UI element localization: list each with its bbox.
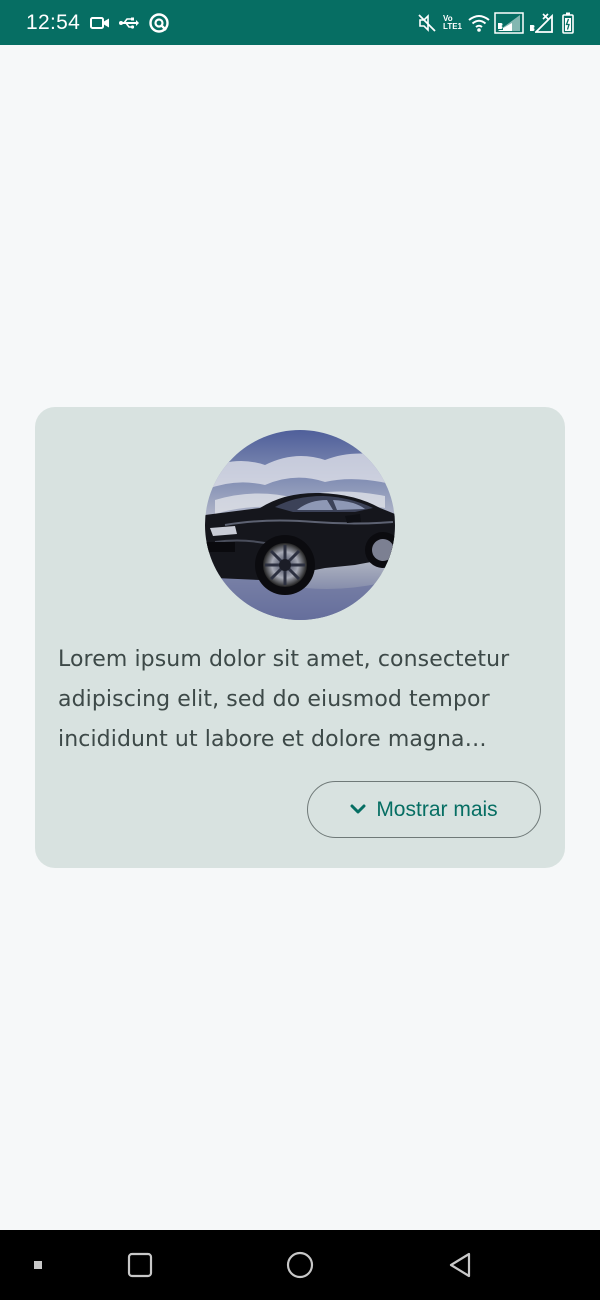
navigation-bar: [0, 1230, 600, 1300]
car-image: [205, 430, 395, 620]
signal-sim1-icon: [494, 11, 524, 34]
chevron-down-icon: [350, 804, 366, 814]
content-card: Lorem ipsum dolor sit amet, consectetur …: [35, 407, 565, 868]
home-circle-icon[interactable]: [275, 1230, 325, 1300]
data-saver-icon: [148, 12, 170, 34]
volte-bottom-label: LTE1: [443, 21, 462, 31]
recents-square-icon[interactable]: [115, 1230, 165, 1300]
video-camera-icon: [90, 16, 110, 30]
card-description: Lorem ipsum dolor sit amet, consectetur …: [58, 647, 510, 752]
back-triangle-icon[interactable]: [435, 1230, 485, 1300]
status-left-icons: [90, 12, 170, 34]
menu-dot-icon[interactable]: [20, 1230, 56, 1300]
show-more-button[interactable]: Mostrar mais: [307, 781, 541, 838]
battery-icon: [562, 12, 574, 34]
status-time: 12:54: [26, 10, 81, 34]
status-bar: 12:54 Vo LTE1: [0, 0, 600, 45]
status-right-icons: Vo LTE1: [417, 11, 574, 34]
volte-icon: Vo LTE1: [443, 14, 462, 31]
show-more-label: Mostrar mais: [376, 797, 498, 821]
signal-sim2-icon: [528, 12, 554, 34]
wifi-icon: [468, 14, 490, 32]
mute-icon: [417, 13, 437, 33]
usb-icon: [119, 16, 140, 30]
